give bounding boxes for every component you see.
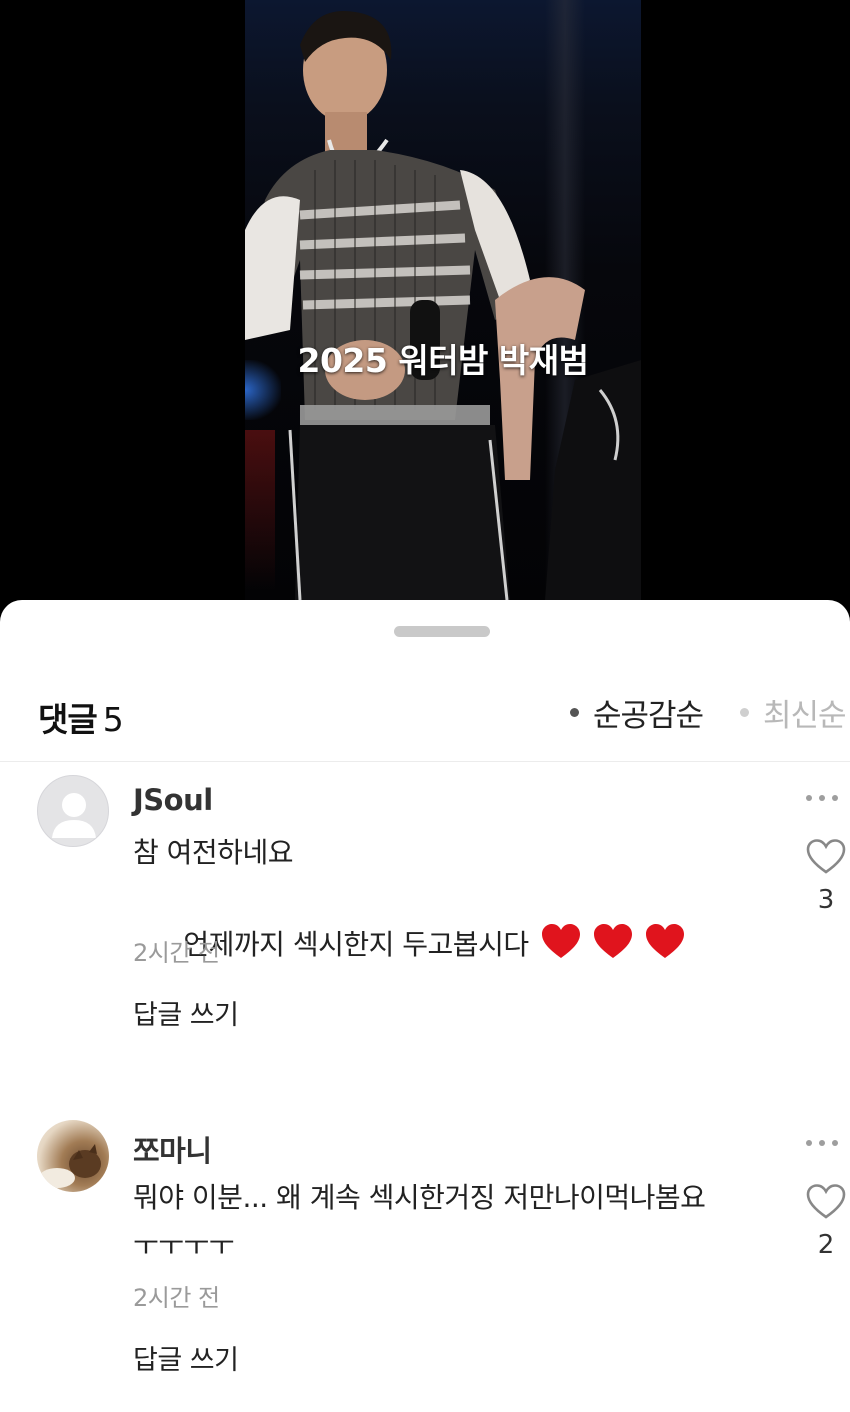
- comment-text-line: 참 여전하네요: [133, 836, 293, 869]
- video-frame[interactable]: [245, 0, 641, 600]
- sheet-grab-handle[interactable]: [394, 626, 490, 637]
- comment-item: JSoul 참 여전하네요 언제까지 섹시한지 두고봅시다 3 2시간 전 답글…: [0, 775, 850, 1075]
- like-count: 3: [817, 885, 835, 915]
- unselected-dot-icon: [740, 708, 749, 717]
- comments-header: 댓글 5 순공감순 최신순: [0, 680, 850, 744]
- video-player[interactable]: 2025 워터밤 박재범: [0, 0, 850, 615]
- comment-text: 언제까지 섹시한지 두고봅시다: [183, 928, 529, 961]
- comments-title-label: 댓글: [38, 700, 98, 739]
- comment-time: 2시간 전: [133, 939, 220, 967]
- header-divider: [0, 761, 850, 762]
- like-count: 2: [817, 1230, 835, 1260]
- comment-nickname[interactable]: JSoul: [133, 783, 213, 817]
- sort-recent-button[interactable]: 최신순: [740, 690, 847, 735]
- heart-emoji-icon: [645, 924, 685, 974]
- avatar[interactable]: [37, 775, 109, 847]
- sort-popular-label: 순공감순: [593, 698, 704, 734]
- sort-popular-button[interactable]: 순공감순: [570, 690, 704, 735]
- comments-count: 5: [102, 700, 124, 739]
- like-heart-icon[interactable]: [806, 839, 846, 875]
- comment-item: 쪼마니 뭐야 이분... 왜 계속 섹시한거징 저만나이먹나봄요 ㅜㅜㅜㅜ 2 …: [0, 1120, 850, 1410]
- more-options-icon[interactable]: [806, 792, 846, 804]
- performer-figure: [245, 10, 641, 600]
- comment-nickname[interactable]: 쪼마니: [133, 1128, 212, 1170]
- selected-dot-icon: [570, 708, 579, 717]
- heart-emoji-icon: [541, 924, 581, 974]
- like-heart-icon[interactable]: [806, 1184, 846, 1220]
- sort-recent-label: 최신순: [763, 698, 847, 734]
- reply-button[interactable]: 답글 쓰기: [133, 1338, 239, 1377]
- comment-text-line: 뭐야 이분... 왜 계속 섹시한거징 저만나이먹나봄요: [133, 1181, 706, 1214]
- comments-title: 댓글 5: [38, 693, 124, 741]
- default-avatar-icon: [52, 793, 96, 838]
- comment-time: 2시간 전: [133, 1284, 220, 1312]
- reply-button[interactable]: 답글 쓰기: [133, 993, 239, 1032]
- heart-emoji-icon: [593, 924, 633, 974]
- photo-avatar-image: [39, 1144, 101, 1188]
- video-caption: 2025 워터밤 박재범: [297, 341, 589, 380]
- avatar[interactable]: [37, 1120, 109, 1192]
- comment-text-line: ㅜㅜㅜㅜ: [133, 1229, 235, 1262]
- more-options-icon[interactable]: [806, 1137, 846, 1149]
- comments-sheet: 댓글 5 순공감순 최신순 JSoul 참 여전하네요 언제까지 섹시한지 두고봅…: [0, 600, 850, 1412]
